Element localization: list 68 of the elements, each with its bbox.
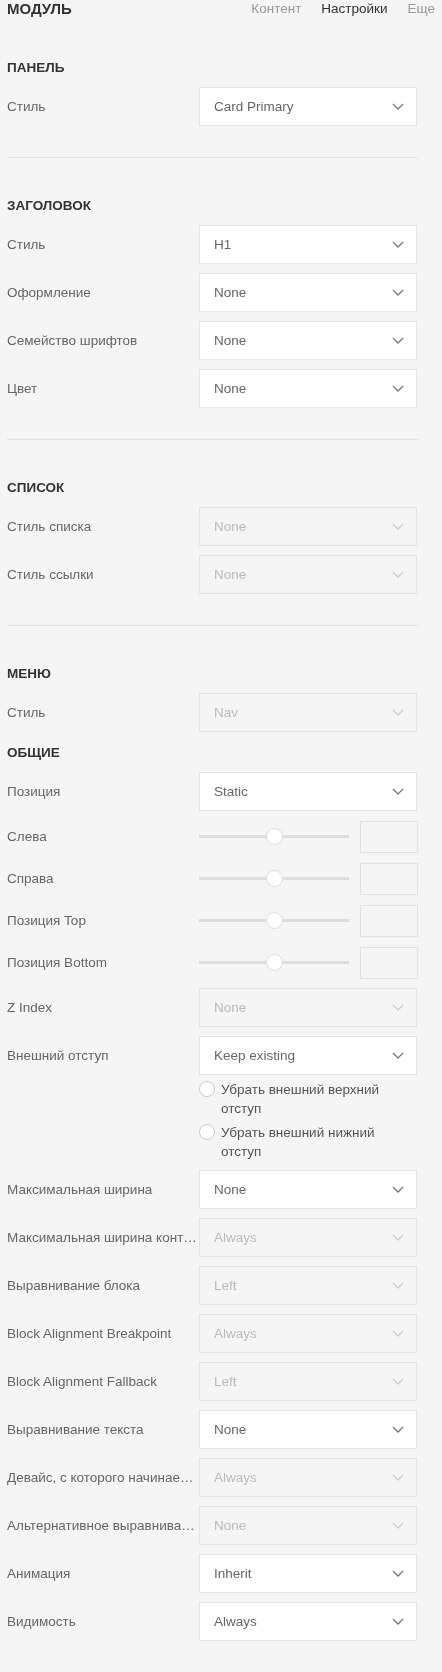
select-field[interactable]: Static <box>199 772 417 811</box>
chevron-down-icon <box>392 571 404 578</box>
chevron-down-icon <box>392 1004 404 1011</box>
select-field[interactable]: Inherit <box>199 1554 417 1593</box>
chevron-down-icon <box>392 289 404 296</box>
select-field[interactable]: Always <box>199 1602 417 1641</box>
checkbox[interactable] <box>199 1081 215 1097</box>
field-label: Справа <box>7 871 55 886</box>
field-label: Block Alignment Fallback <box>7 1374 159 1389</box>
panel-title: МОДУЛЬ <box>7 0 72 18</box>
field-label: Z Index <box>7 1000 54 1015</box>
chevron-down-icon <box>392 1618 404 1625</box>
chevron-down-icon <box>392 1426 404 1433</box>
section-heading: СПИСОК <box>7 480 66 496</box>
field-label: Стиль списка <box>7 519 93 534</box>
chevron-down-icon <box>392 1522 404 1529</box>
chevron-down-icon <box>392 385 404 392</box>
field-label: Цвет <box>7 381 39 396</box>
field-label: Выравнивание блока <box>7 1278 142 1293</box>
select-field[interactable]: H1 <box>199 225 417 264</box>
checkbox-label: Убрать внешний нижний отступ <box>221 1124 376 1161</box>
field-label: Стиль <box>7 237 47 252</box>
field-label: Максимальная ширина конт… <box>7 1230 198 1245</box>
chevron-down-icon <box>392 241 404 248</box>
section-heading: ОБЩИЕ <box>7 745 61 761</box>
chevron-down-icon <box>392 1186 404 1193</box>
chevron-down-icon <box>392 1570 404 1577</box>
checkbox[interactable] <box>199 1124 215 1140</box>
field-label: Семейство шрифтов <box>7 333 139 348</box>
field-label: Девайс, с которого начинае… <box>7 1470 195 1485</box>
chevron-down-icon <box>392 1052 404 1059</box>
field-label: Внешний отступ <box>7 1048 110 1063</box>
field-label: Block Alignment Breakpoint <box>7 1326 173 1341</box>
field-label: Позиция Top <box>7 913 87 928</box>
select-field[interactable]: None <box>199 1410 417 1449</box>
select-field[interactable]: Card Primary <box>199 87 417 126</box>
select-field[interactable]: None <box>199 1170 417 1209</box>
chevron-down-icon <box>392 523 404 530</box>
select-field[interactable]: Keep existing <box>199 1036 417 1075</box>
tab[interactable]: Настройки <box>321 0 388 18</box>
field-label: Позиция <box>7 784 62 799</box>
checkbox-label: Убрать внешний верхний отступ <box>221 1081 381 1118</box>
select-field[interactable]: None <box>199 273 417 312</box>
field-label: Слева <box>7 829 48 844</box>
field-label: Оформление <box>7 285 92 300</box>
select-field[interactable]: None <box>199 321 417 360</box>
chevron-down-icon <box>392 103 404 110</box>
section-heading: МЕНЮ <box>7 666 52 682</box>
select-field[interactable]: None <box>199 369 417 408</box>
field-label: Стиль ссылки <box>7 567 95 582</box>
chevron-down-icon <box>392 788 404 795</box>
chevron-down-icon <box>392 337 404 344</box>
chevron-down-icon <box>392 1474 404 1481</box>
field-label: Позиция Bottom <box>7 955 108 970</box>
field-label: Стиль <box>7 99 47 114</box>
field-label: Видимость <box>7 1614 77 1629</box>
chevron-down-icon <box>392 709 404 716</box>
field-label: Альтернативное выравнива… <box>7 1518 196 1533</box>
chevron-down-icon <box>392 1282 404 1289</box>
chevron-down-icon <box>392 1378 404 1385</box>
chevron-down-icon <box>392 1234 404 1241</box>
section-heading: ЗАГОЛОВОК <box>7 198 92 214</box>
section-heading: ПАНЕЛЬ <box>7 60 66 76</box>
field-label: Максимальная ширина <box>7 1182 154 1197</box>
chevron-down-icon <box>392 1330 404 1337</box>
field-label: Анимация <box>7 1566 72 1581</box>
field-label: Стиль <box>7 705 47 720</box>
field-label: Выравнивание текста <box>7 1422 145 1437</box>
